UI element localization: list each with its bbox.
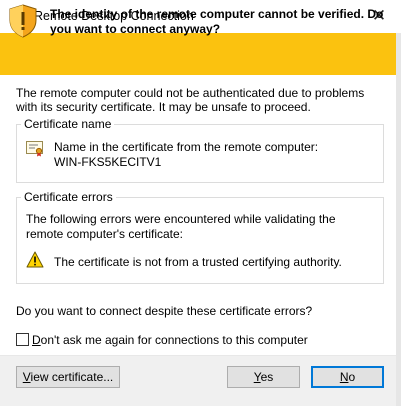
view-certificate-label: iew certificate... bbox=[30, 370, 114, 384]
dont-ask-again-checkbox[interactable] bbox=[16, 333, 29, 346]
yes-label: es bbox=[260, 370, 274, 384]
yes-accel: Y bbox=[253, 370, 261, 384]
security-shield-warning-icon bbox=[9, 4, 37, 38]
certificate-icon bbox=[26, 141, 43, 157]
window-edge bbox=[396, 33, 401, 406]
yes-button[interactable]: Yes bbox=[227, 366, 300, 388]
certificate-name-value: WIN-FKS5KECITV1 bbox=[54, 155, 162, 169]
dont-ask-again-accel: D bbox=[32, 333, 41, 347]
no-button[interactable]: No bbox=[311, 366, 384, 388]
certificate-error-item: The certificate is not from a trusted ce… bbox=[54, 255, 342, 269]
dont-ask-again-label-rest: on't ask me again for connections to thi… bbox=[40, 333, 308, 347]
warning-banner bbox=[0, 33, 401, 75]
intro-text: The remote computer could not be authent… bbox=[16, 86, 365, 114]
view-certificate-accel: V bbox=[22, 370, 31, 384]
view-certificate-button[interactable]: View certificate... bbox=[16, 366, 120, 388]
certificate-name-group-title: Certificate name bbox=[21, 117, 115, 131]
dont-ask-again-label[interactable]: Don't ask me again for connections to th… bbox=[32, 333, 308, 347]
warning-triangle-icon bbox=[26, 251, 44, 268]
certificate-name-label: Name in the certificate from the remote … bbox=[54, 140, 319, 154]
banner-message: The identity of the remote computer cann… bbox=[50, 7, 384, 36]
certificate-name-text: Name in the certificate from the remote … bbox=[54, 140, 374, 170]
no-label: o bbox=[348, 370, 356, 384]
connect-question: Do you want to connect despite these cer… bbox=[16, 304, 313, 318]
certificate-errors-group-title: Certificate errors bbox=[21, 190, 116, 204]
certificate-errors-description: The following errors were encountered wh… bbox=[26, 212, 336, 241]
